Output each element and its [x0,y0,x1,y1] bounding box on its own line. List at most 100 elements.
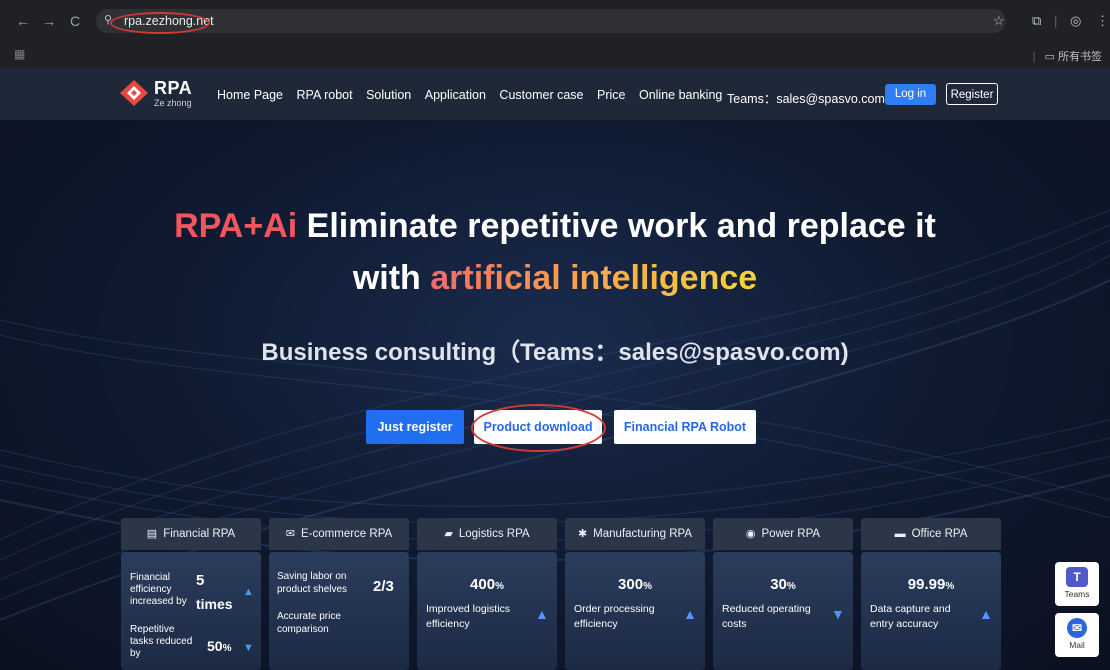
financial-rpa-robot-button[interactable]: Financial RPA Robot [614,410,756,444]
card-financial-num2-unit: % [222,643,232,654]
hero-section: RPA+Ai Eliminate repetitive work and rep… [0,120,1110,670]
tab-label: Logistics RPA [458,528,530,540]
nav-solution[interactable]: Solution [366,88,411,102]
folder-icon: ▭ [1044,51,1055,63]
tab-label: Office RPA [911,528,968,540]
arrow-up-icon: ▲ [243,586,254,598]
card-power-value: 30 [770,576,787,593]
monitor-icon: ▬ [894,528,906,540]
card-office-value: 99.99 [907,576,946,593]
arrow-down-icon: ▼ [831,606,845,622]
hero-title: RPA+Ai Eliminate repetitive work and rep… [0,200,1110,304]
tab-financial-rpa[interactable]: ▤ Financial RPA [121,518,261,550]
all-bookmarks-label[interactable]: 所有书签 [1058,51,1102,63]
hero-subtitle: Business consulting（Teams：sales@spasvo.c… [261,339,849,366]
tab-power-rpa[interactable]: ◉ Power RPA [713,518,853,550]
card-manufacturing[interactable]: 300% Order processing efficiency ▲ [565,552,705,670]
card-financial-line2: Repetitive tasks reduced by [130,624,193,659]
card-manufacturing-value: 300 [618,576,644,593]
download-annotation-circle [471,404,606,452]
logo-subtext: Ze zhong [154,98,192,108]
apps-grid-icon[interactable]: ▦ [14,47,25,61]
all-bookmarks[interactable]: | ▭ 所有书签 [1033,48,1102,64]
card-ecommerce-line2: Accurate price comparison [277,611,341,635]
teams-contact[interactable]: Teams：sales@spasvo.com [727,88,885,107]
card-power-stat: 30% [713,576,853,593]
teams-icon: T [1066,567,1088,587]
power-icon: ◉ [745,528,756,540]
card-ecommerce-line1: Saving labor on product shelves [277,571,348,595]
nav-application[interactable]: Application [425,88,486,102]
card-power[interactable]: 30% Reduced operating costs ▼ [713,552,853,670]
forward-icon[interactable]: → [40,12,58,30]
nav-online-banking[interactable]: Online banking [639,88,722,102]
card-manufacturing-desc: Order processing efficiency [574,603,655,630]
tab-office-rpa[interactable]: ▬ Office RPA [861,518,1001,550]
arrow-down-icon: ▼ [243,642,254,654]
mail-float-label: Mail [1069,640,1085,650]
logo-text[interactable]: RPA [154,78,192,99]
gear-icon: ✱ [577,528,588,540]
card-power-desc: Reduced operating costs [722,603,811,630]
teams-float-button[interactable]: T Teams [1055,562,1099,606]
profile-icon[interactable]: ◎ [1070,13,1081,29]
bookmark-star-icon[interactable]: ☆ [993,13,1005,29]
card-financial[interactable]: Financial efficiency increased by 5 ▲ ti… [121,552,261,670]
reload-icon[interactable]: C [66,12,84,30]
mail-icon: ✉ [1067,618,1087,638]
card-ecommerce[interactable]: Saving labor on product shelves 2/3 Accu… [269,552,409,670]
card-manufacturing-unit: % [643,581,652,592]
card-logistics[interactable]: 400% Improved logistics efficiency ▲ [417,552,557,670]
hero-title-line2-prefix: with [352,259,431,297]
bookmarks-bar: ▦ | ▭ 所有书签 [0,42,1110,68]
tab-logistics-rpa[interactable]: ▰ Logistics RPA [417,518,557,550]
card-logistics-stat: 400% [417,576,557,593]
toolbar-divider: | [1054,13,1058,28]
teams-float-label: Teams [1064,589,1090,599]
card-logistics-unit: % [495,581,504,592]
nav-home[interactable]: Home Page [217,88,283,102]
card-office-unit: % [945,581,955,592]
register-button[interactable]: Register [946,83,998,105]
card-ecommerce-num: 2/3 [373,578,394,595]
card-power-unit: % [786,581,796,592]
tab-label: Manufacturing RPA [593,528,693,540]
hero-title-prefix: RPA+Ai [174,207,298,245]
menu-icon[interactable]: ⋮ [1096,13,1109,29]
back-icon[interactable]: ← [14,12,32,30]
extensions-icon[interactable]: ⧉ [1032,13,1041,29]
arrow-up-icon: ▲ [979,606,993,622]
login-button[interactable]: Log in [885,84,936,105]
card-financial-num2-value: 50 [207,638,223,654]
tab-ecommerce-rpa[interactable]: ✉ E-commerce RPA [269,518,409,550]
card-financial-line1: Financial efficiency increased by [130,572,187,607]
arrow-up-icon: ▲ [683,606,697,622]
bookmarks-divider: | [1032,51,1036,63]
mail-icon: ✉ [285,528,296,540]
document-icon: ▤ [146,528,158,540]
card-logistics-value: 400 [470,576,496,593]
tab-label: E-commerce RPA [301,528,393,540]
nav-price[interactable]: Price [597,88,625,102]
card-financial-num1: 5 [196,572,205,589]
card-office-desc: Data capture and entry accuracy [870,603,951,630]
site-navbar: RPA Ze zhong Home Page RPA robot Solutio… [0,68,1110,120]
card-manufacturing-stat: 300% [565,576,705,593]
nav-rpa-robot[interactable]: RPA robot [297,88,353,102]
logo-icon[interactable] [120,80,148,106]
card-financial-num2: 50% [207,638,231,654]
hero-title-highlight: artificial intelligence [430,259,758,297]
tab-label: Power RPA [761,528,821,540]
main-nav: Home Page RPA robot Solution Application… [217,88,736,102]
hero-title-line1: Eliminate repetitive work and replace it [297,207,936,245]
just-register-button[interactable]: Just register [366,410,464,444]
tab-label: Financial RPA [163,528,236,540]
browser-toolbar: ← → C ⚲ rpa.zezhong.net ☆ ⧉ | ◎ ⋮ [0,0,1110,42]
mail-float-button[interactable]: ✉ Mail [1055,613,1099,657]
tab-manufacturing-rpa[interactable]: ✱ Manufacturing RPA [565,518,705,550]
truck-icon: ▰ [444,528,453,540]
card-office[interactable]: 99.99% Data capture and entry accuracy ▲ [861,552,1001,670]
arrow-up-icon: ▲ [535,606,549,622]
nav-customer-case[interactable]: Customer case [499,88,583,102]
address-bar[interactable]: ⚲ rpa.zezhong.net [96,9,1006,33]
